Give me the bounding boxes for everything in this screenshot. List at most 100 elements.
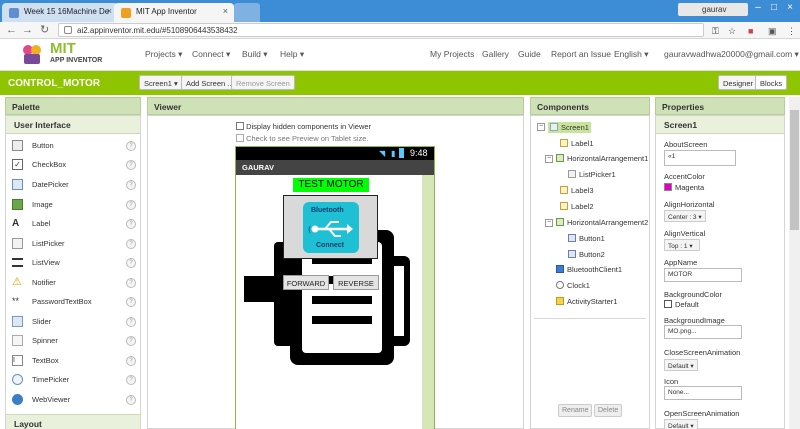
menu-build[interactable]: Build ▾ xyxy=(242,49,268,60)
tree-item-listpicker1[interactable]: ListPicker1 xyxy=(568,170,616,179)
palette-item-webviewer[interactable]: WebViewer? xyxy=(12,392,136,408)
back-icon[interactable]: ← xyxy=(6,24,17,36)
tree-item-label3[interactable]: Label3 xyxy=(560,186,594,195)
tree-item-button2[interactable]: Button2 xyxy=(568,250,605,259)
tree-item-bluetoothclient1[interactable]: BluetoothClient1 xyxy=(556,265,622,274)
account-menu[interactable]: gauravwadhwa20000@gmail.com ▾ xyxy=(664,49,799,60)
browser-tab-app-inventor[interactable]: MIT App Inventor × xyxy=(114,3,234,22)
help-icon[interactable]: ? xyxy=(126,395,136,405)
palette-item-notifier[interactable]: ⚠ Notifier? xyxy=(12,275,136,291)
palette-item-datepicker[interactable]: DatePicker? xyxy=(12,177,136,193)
align-vertical-select[interactable]: Top : 1 ▾ xyxy=(664,239,700,251)
help-icon[interactable]: ? xyxy=(126,317,136,327)
add-screen-button[interactable]: Add Screen ... xyxy=(181,75,239,90)
help-icon[interactable]: ? xyxy=(126,336,136,346)
new-tab-button[interactable] xyxy=(234,3,260,22)
tree-item-clock1[interactable]: Clock1 xyxy=(556,281,590,290)
palette-item-textbox[interactable]: I TextBox? xyxy=(12,353,136,369)
minimize-icon[interactable]: – xyxy=(752,2,764,14)
designer-button[interactable]: Designer xyxy=(718,75,759,90)
maximize-icon[interactable]: □ xyxy=(768,2,780,14)
help-icon[interactable]: ? xyxy=(126,160,136,170)
forward-icon[interactable]: → xyxy=(22,24,33,36)
key-icon[interactable]: ⚿ xyxy=(712,26,719,37)
help-icon[interactable]: ? xyxy=(126,375,136,385)
checkbox[interactable] xyxy=(236,122,244,130)
palette-item-listpicker[interactable]: ListPicker? xyxy=(12,236,136,252)
blocks-button[interactable]: Blocks xyxy=(755,75,788,90)
page-info-icon[interactable] xyxy=(64,26,72,34)
palette-item-image[interactable]: Image? xyxy=(12,197,136,213)
help-icon[interactable]: ? xyxy=(126,141,136,151)
palette-item-timepicker[interactable]: TimePicker? xyxy=(12,372,136,388)
close-animation-select[interactable]: Default ▾ xyxy=(664,359,698,371)
palette-section-layout[interactable]: Layout xyxy=(6,414,140,429)
delete-button[interactable]: Delete xyxy=(594,404,623,417)
phone-screen-scrollbar[interactable] xyxy=(422,175,434,429)
remove-screen-button[interactable]: Remove Screen xyxy=(231,75,295,90)
bookmark-star-icon[interactable]: ☆ xyxy=(728,26,736,37)
close-window-icon[interactable]: × xyxy=(784,2,796,14)
language-select[interactable]: English ▾ xyxy=(614,49,649,60)
tree-item-screen1[interactable]: Screen1 xyxy=(548,122,591,133)
reload-icon[interactable]: ↻ xyxy=(40,24,49,36)
palette-item-button[interactable]: Button? xyxy=(12,138,136,154)
help-icon[interactable]: ? xyxy=(126,200,136,210)
help-icon[interactable]: ? xyxy=(126,356,136,366)
browser-tab-week15[interactable]: Week 15 16Machine De × xyxy=(2,3,118,22)
collapse-toggle[interactable]: − xyxy=(545,155,553,163)
palette-item-spinner[interactable]: Spinner? xyxy=(12,333,136,349)
app-name-input[interactable]: MOTOR xyxy=(664,268,742,282)
background-image-input[interactable]: MO.png... xyxy=(664,325,742,339)
link-guide[interactable]: Guide xyxy=(518,49,541,59)
collapse-toggle[interactable]: − xyxy=(537,123,545,131)
help-icon[interactable]: ? xyxy=(126,278,136,288)
tree-item-label1[interactable]: Label1 xyxy=(560,139,594,148)
link-gallery[interactable]: Gallery xyxy=(482,49,509,59)
extension-icon[interactable]: ■ xyxy=(748,26,753,36)
close-tab-icon[interactable]: × xyxy=(107,6,112,16)
menu-help[interactable]: Help ▾ xyxy=(280,49,304,60)
palette-item-passwordtextbox[interactable]: ** PasswordTextBox? xyxy=(12,294,136,310)
menu-connect[interactable]: Connect ▾ xyxy=(192,49,230,60)
background-color-picker[interactable]: Default xyxy=(664,300,699,309)
url-field[interactable]: ai2.appinventor.mit.edu/#510890644353843… xyxy=(58,23,704,37)
tree-item-button1[interactable]: Button1 xyxy=(568,234,605,243)
chrome-menu-icon[interactable]: ⋮ xyxy=(787,26,796,37)
forward-button[interactable]: FORWARD xyxy=(283,275,329,290)
extension-icon[interactable]: ▣ xyxy=(768,26,777,37)
reverse-button[interactable]: REVERSE xyxy=(333,275,379,290)
checkbox[interactable] xyxy=(236,134,244,142)
palette-item-label[interactable]: A Label? xyxy=(12,216,136,232)
link-my-projects[interactable]: My Projects xyxy=(430,49,474,59)
tree-item-label2[interactable]: Label2 xyxy=(560,202,594,211)
align-horizontal-select[interactable]: Center : 3 ▾ xyxy=(664,210,706,222)
link-report-issue[interactable]: Report an Issue xyxy=(551,49,611,59)
close-tab-icon[interactable]: × xyxy=(223,6,228,16)
menu-projects[interactable]: Projects ▾ xyxy=(145,49,182,60)
tree-item-horizontalarrangement2[interactable]: HorizontalArrangement2 xyxy=(556,218,648,227)
help-icon[interactable]: ? xyxy=(126,219,136,229)
screen-select[interactable]: Screen1 ▾ xyxy=(139,75,183,90)
browser-user-badge[interactable]: gaurav xyxy=(678,3,748,16)
collapse-toggle[interactable]: − xyxy=(545,219,553,227)
tree-item-activitystarter1[interactable]: ActivityStarter1 xyxy=(556,297,617,306)
page-scrollbar-thumb[interactable] xyxy=(790,110,799,230)
bluetooth-listpicker[interactable]: Bluetooth ( Connect xyxy=(283,195,378,259)
accent-color-picker[interactable]: Magenta xyxy=(664,183,704,192)
about-screen-input[interactable]: «1 xyxy=(664,150,736,166)
palette-section-user-interface[interactable]: User Interface xyxy=(6,116,140,134)
help-icon[interactable]: ? xyxy=(126,258,136,268)
open-animation-select[interactable]: Default ▾ xyxy=(664,419,698,429)
icon-input[interactable]: None... xyxy=(664,386,742,400)
help-icon[interactable]: ? xyxy=(126,239,136,249)
help-icon[interactable]: ? xyxy=(126,180,136,190)
tablet-preview-checkbox-row[interactable]: Check to see Preview on Tablet size. xyxy=(236,134,369,143)
palette-item-slider[interactable]: Slider? xyxy=(12,314,136,330)
hidden-components-checkbox-row[interactable]: Display hidden components in Viewer xyxy=(236,122,371,131)
help-icon[interactable]: ? xyxy=(126,297,136,307)
tree-item-horizontalarrangement1[interactable]: HorizontalArrangement1 xyxy=(556,154,648,163)
rename-button[interactable]: Rename xyxy=(558,404,593,417)
palette-item-listview[interactable]: ListView? xyxy=(12,255,136,271)
palette-item-checkbox[interactable]: ✓ CheckBox? xyxy=(12,157,136,173)
